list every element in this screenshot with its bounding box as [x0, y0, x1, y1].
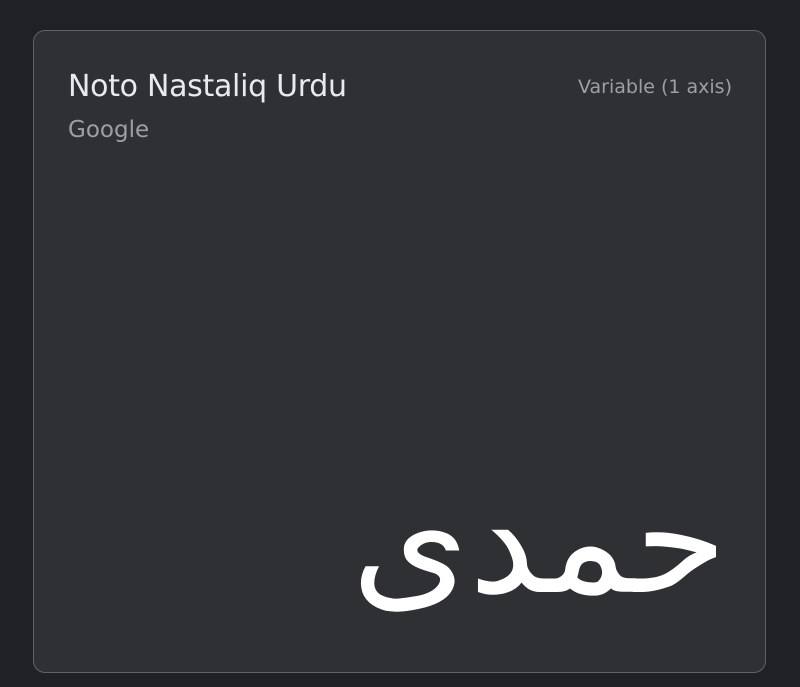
font-card[interactable]: Noto Nastaliq Urdu Google Variable (1 ax…	[33, 30, 766, 673]
variable-axis-label: Variable (1 axis)	[578, 76, 732, 98]
font-foundry-label: Google	[68, 117, 150, 143]
font-name-title[interactable]: Noto Nastaliq Urdu	[68, 69, 347, 104]
font-preview-text: حمدی	[351, 454, 727, 628]
